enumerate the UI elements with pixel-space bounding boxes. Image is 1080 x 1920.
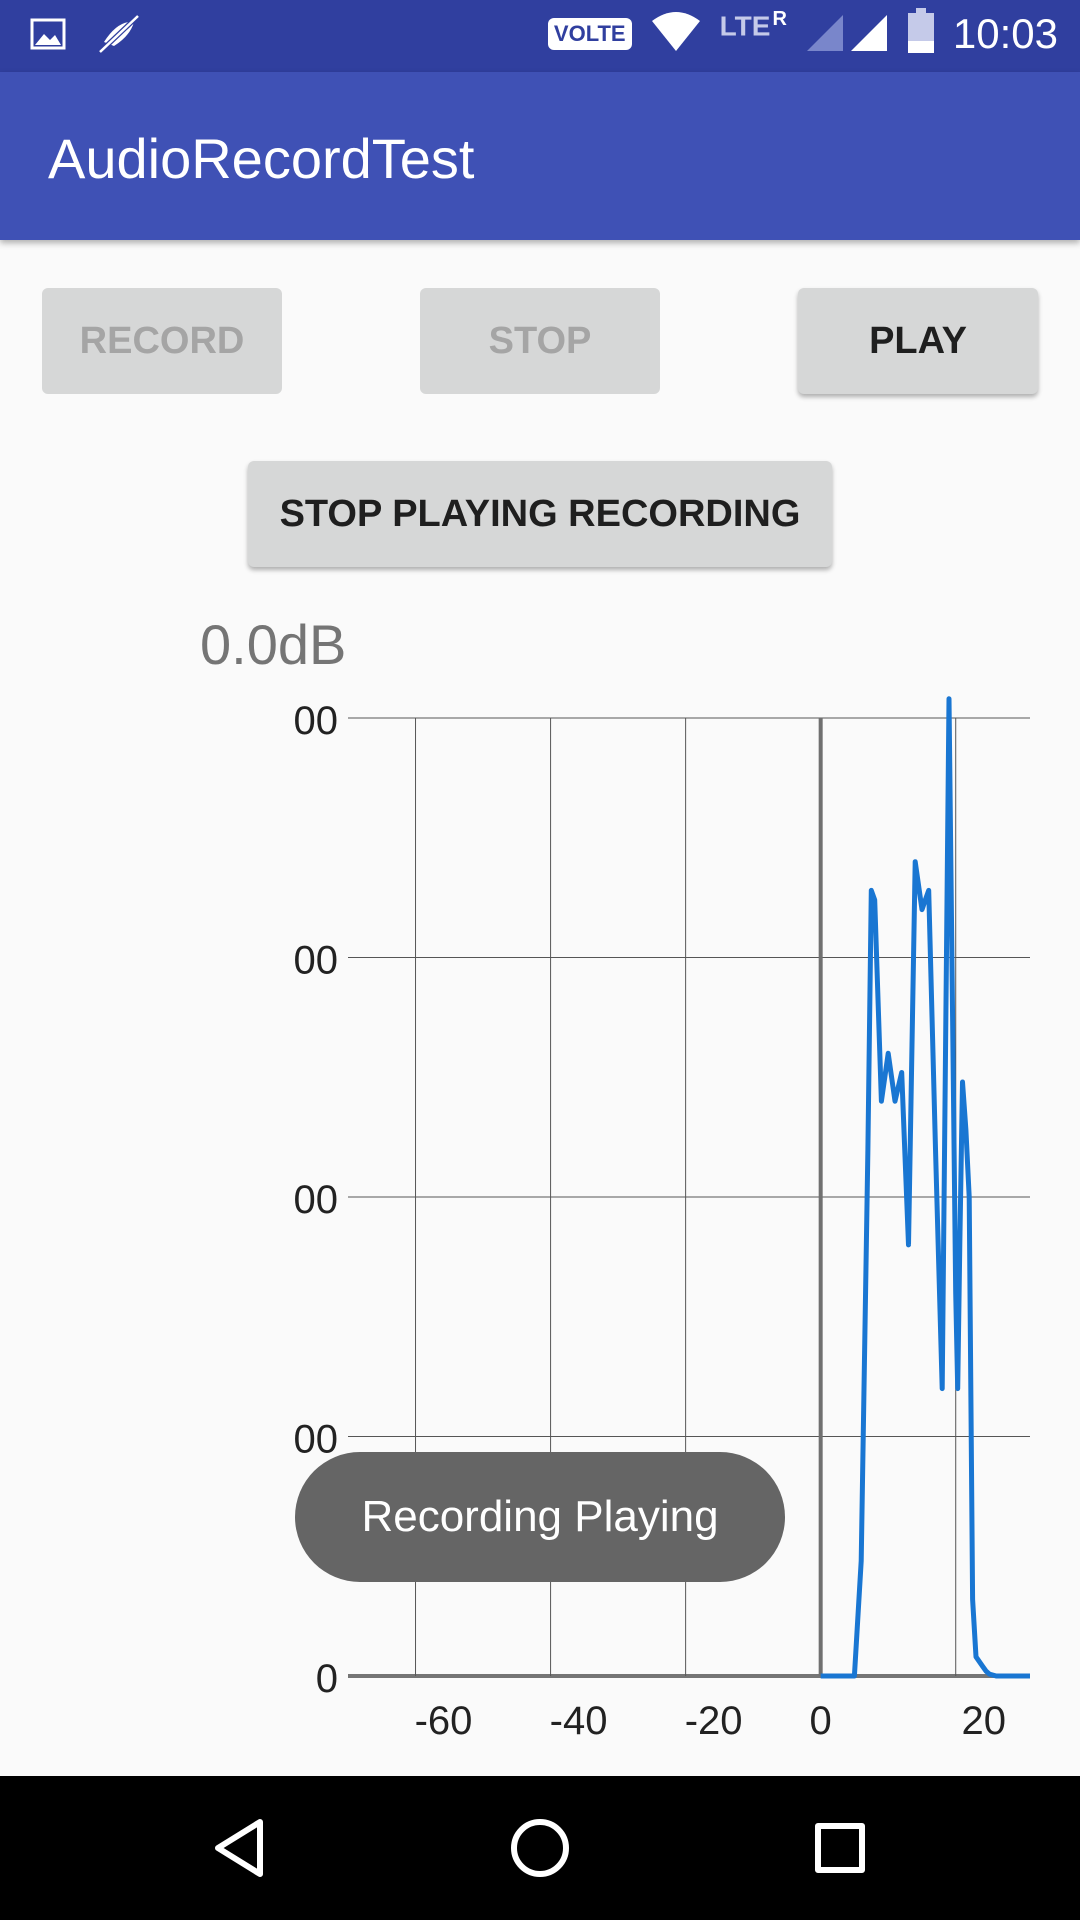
y-tick-label: 00 bbox=[294, 699, 339, 743]
wifi-icon bbox=[650, 11, 702, 56]
roaming-label: R bbox=[772, 8, 787, 31]
y-tick-label: 0 bbox=[316, 1657, 338, 1701]
x-tick-label: -40 bbox=[550, 1699, 608, 1743]
decibel-level: 0.0dB bbox=[200, 613, 347, 676]
app-bar: AudioRecordTest bbox=[0, 72, 1080, 240]
y-tick-label: 00 bbox=[294, 1418, 339, 1462]
app-title: AudioRecordTest bbox=[48, 127, 475, 190]
play-button[interactable]: PLAY bbox=[798, 288, 1038, 394]
audio-waveform-chart: 000000000-60 -40 -20 0 20 bbox=[294, 696, 1030, 1743]
x-tick-label: 0 bbox=[810, 1699, 832, 1743]
volte-badge: VOLTE bbox=[547, 17, 632, 50]
waveform-series-line bbox=[820, 696, 1030, 1679]
signal-icon bbox=[805, 9, 889, 58]
x-tick-label: -60 bbox=[415, 1699, 473, 1743]
x-tick-label: -20 bbox=[685, 1699, 743, 1743]
navigation-bar bbox=[0, 1776, 1080, 1920]
recents-icon[interactable] bbox=[804, 1812, 876, 1884]
toast-message: Recording Playing bbox=[295, 1452, 785, 1582]
lte-label: LTE bbox=[719, 10, 771, 42]
mute-icon bbox=[94, 12, 142, 61]
home-icon[interactable] bbox=[504, 1812, 576, 1884]
y-tick-label: 00 bbox=[294, 1178, 339, 1222]
image-icon bbox=[30, 18, 66, 55]
lte-indicator: LTE R bbox=[720, 8, 787, 42]
status-clock: 10:03 bbox=[952, 9, 1058, 57]
y-tick-label: 00 bbox=[294, 939, 339, 983]
record-button[interactable]: RECORD bbox=[42, 288, 282, 394]
status-bar: VOLTE LTE R 10:03 bbox=[0, 0, 1080, 72]
stop-button[interactable]: STOP bbox=[420, 288, 660, 394]
x-tick-label: 20 bbox=[961, 1699, 1006, 1743]
battery-icon bbox=[907, 8, 935, 59]
stop-playing-recording-button[interactable]: STOP PLAYING RECORDING bbox=[248, 461, 832, 567]
back-icon[interactable] bbox=[204, 1812, 276, 1884]
